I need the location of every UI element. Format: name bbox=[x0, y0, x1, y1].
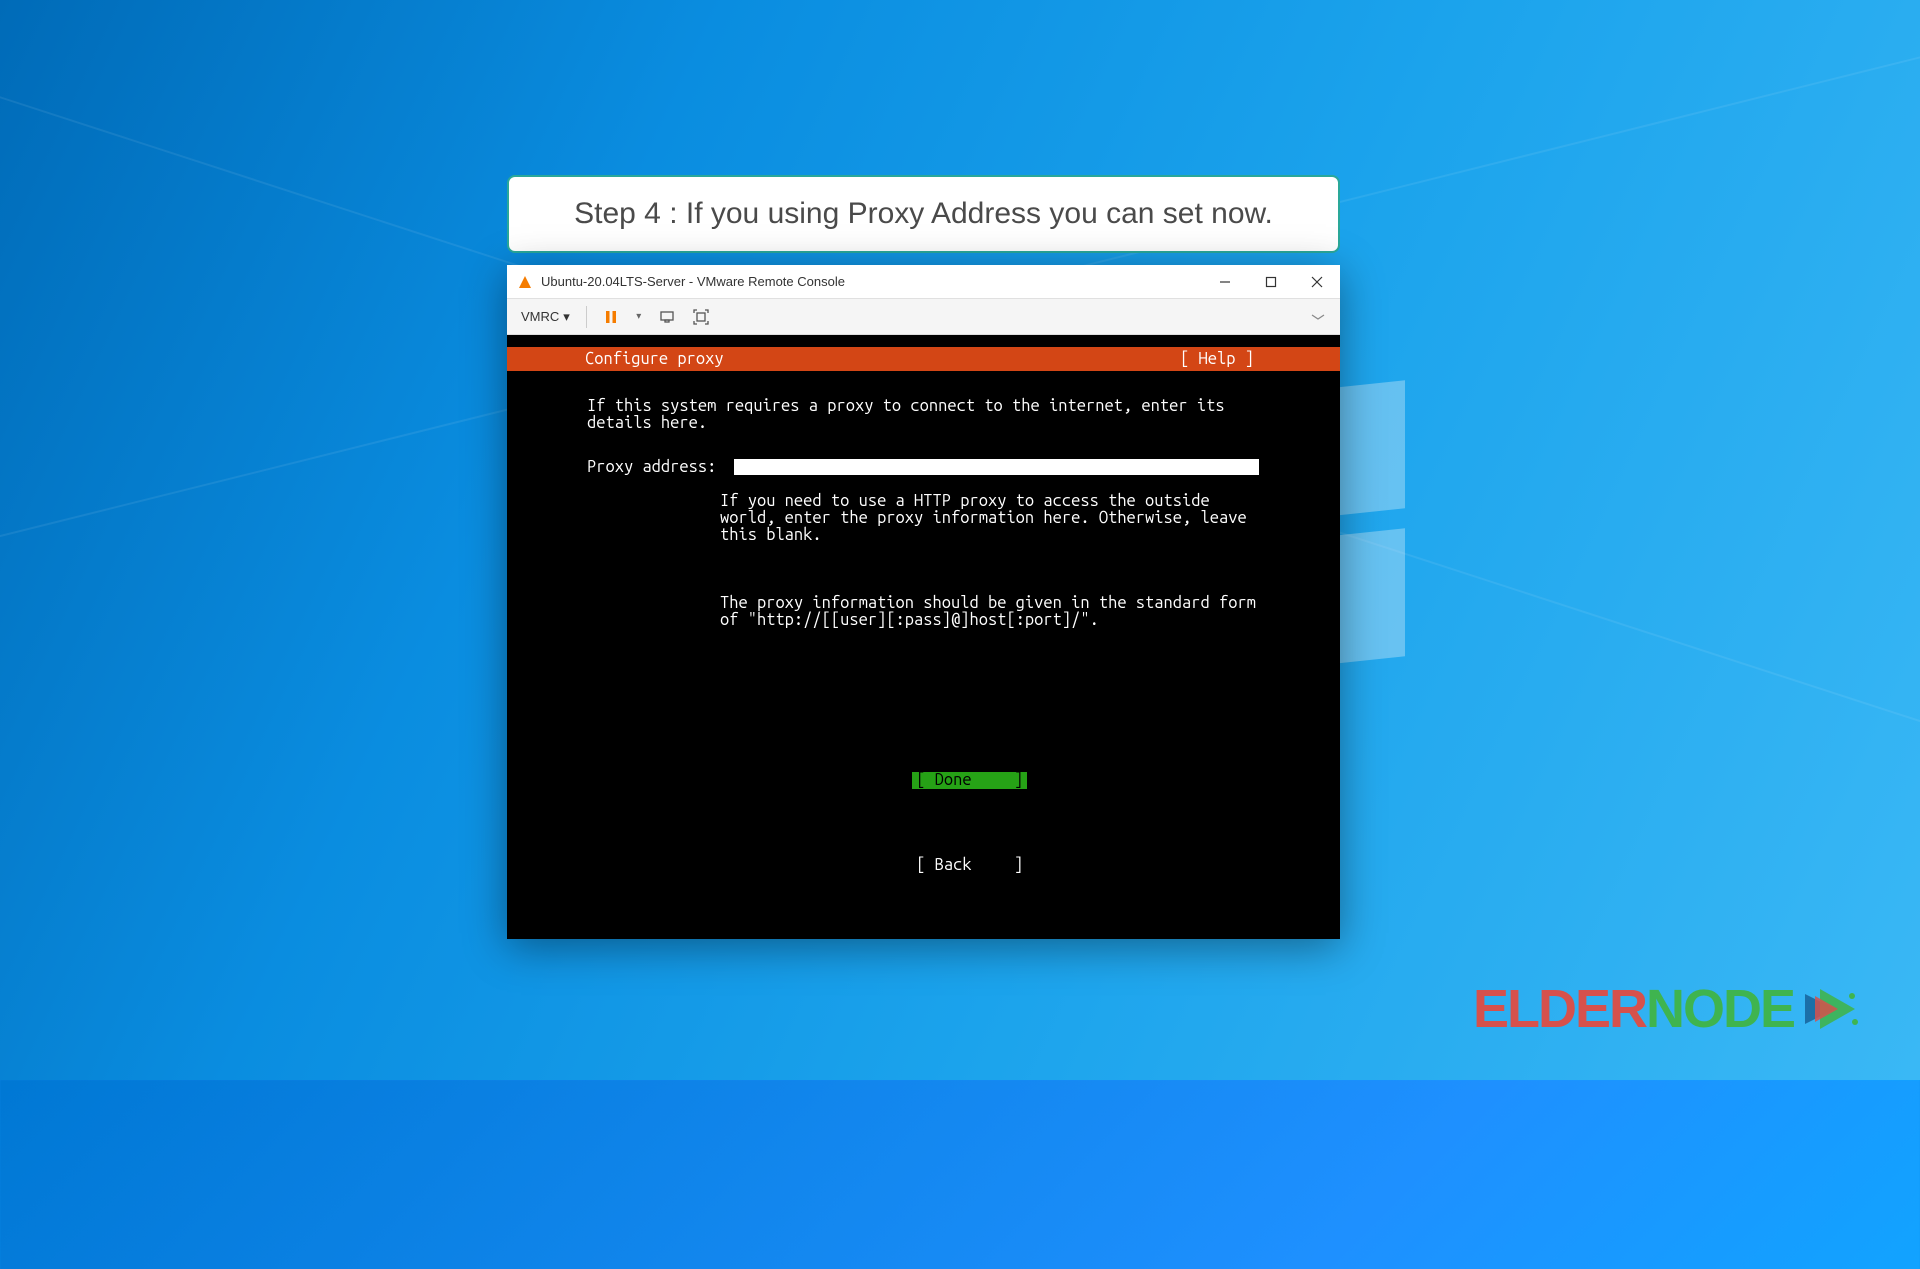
done-button[interactable]: [ Done] bbox=[912, 772, 1027, 789]
close-button[interactable] bbox=[1294, 265, 1340, 299]
brand-node: NODE bbox=[1646, 979, 1794, 1039]
back-label: Back bbox=[935, 856, 972, 874]
vmware-remote-console-window: Ubuntu-20.04LTS-Server - VMware Remote C… bbox=[507, 265, 1340, 939]
brand-play-icon bbox=[1800, 984, 1860, 1034]
done-label: Done bbox=[935, 771, 972, 789]
proxy-address-input[interactable] bbox=[734, 459, 1259, 475]
fullscreen-button[interactable] bbox=[687, 303, 715, 331]
proxy-hint-1: If you need to use a HTTP proxy to acces… bbox=[720, 493, 1260, 544]
installer-header: Configure proxy [ Help ] bbox=[507, 347, 1340, 371]
minimize-button[interactable] bbox=[1202, 265, 1248, 299]
intro-text: If this system requires a proxy to conne… bbox=[587, 398, 1260, 432]
installer-body: If this system requires a proxy to conne… bbox=[507, 371, 1340, 939]
proxy-address-label: Proxy address: bbox=[587, 459, 716, 476]
installer-footer-buttons: [ Done] [ Back] bbox=[507, 721, 1340, 925]
help-button[interactable]: [ Help ] bbox=[1180, 351, 1332, 368]
vmrc-menu-button[interactable]: VMRC ▾ bbox=[515, 305, 576, 329]
console-top-border bbox=[507, 335, 1340, 347]
vmrc-menu-label: VMRC bbox=[521, 309, 559, 324]
window-title: Ubuntu-20.04LTS-Server - VMware Remote C… bbox=[541, 274, 1202, 289]
power-dropdown-button[interactable]: ▾ bbox=[631, 303, 647, 331]
installer-title: Configure proxy bbox=[515, 351, 1180, 368]
back-button[interactable]: [ Back] bbox=[912, 857, 1027, 874]
tutorial-step-banner: Step 4 : If you using Proxy Address you … bbox=[507, 175, 1340, 253]
pause-button[interactable] bbox=[597, 303, 625, 331]
chevron-down-icon: ▾ bbox=[563, 309, 570, 325]
vmware-app-icon bbox=[517, 274, 533, 290]
brand-elder: ELDER bbox=[1473, 979, 1646, 1039]
window-titlebar[interactable]: Ubuntu-20.04LTS-Server - VMware Remote C… bbox=[507, 265, 1340, 299]
banner-text: Step 4 : If you using Proxy Address you … bbox=[574, 197, 1273, 231]
maximize-button[interactable] bbox=[1248, 265, 1294, 299]
vmrc-toolbar: VMRC ▾ ▾ bbox=[507, 299, 1340, 335]
eldernode-logo: ELDERNODE bbox=[1473, 978, 1860, 1040]
chevron-down-icon: ▾ bbox=[636, 311, 641, 322]
ubuntu-installer-console[interactable]: Configure proxy [ Help ] If this system … bbox=[507, 347, 1340, 939]
proxy-hint-2: The proxy information should be given in… bbox=[720, 595, 1260, 629]
toolbar-separator bbox=[586, 306, 587, 328]
connection-status-icon[interactable] bbox=[1304, 303, 1332, 331]
send-ctrl-alt-del-button[interactable] bbox=[653, 303, 681, 331]
